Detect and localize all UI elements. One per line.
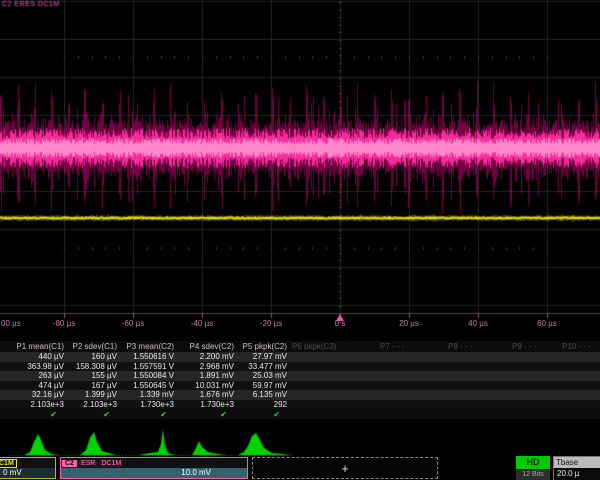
axis-tick-label: 00 µs	[1, 319, 21, 328]
measure-cell: 292	[237, 400, 290, 409]
measure-cell: 474 µV	[10, 381, 67, 390]
hd-mode-badge[interactable]: HD	[516, 456, 550, 469]
c1-coupling-badge: C1M	[0, 459, 17, 468]
channel-c1-descriptor[interactable]: C1M 0 mV	[0, 457, 56, 479]
status-check-icon: ✔	[237, 410, 290, 419]
time-axis: 00 µs -80 µs -60 µs -40 µs -20 µs 0 s 20 µs 40 …	[0, 318, 600, 332]
param-header[interactable]: P3 mean(C2)	[120, 342, 177, 351]
measure-cell: 10.031 mV	[177, 381, 237, 390]
timebase-title: Tbase	[554, 457, 600, 468]
measure-cell: 363.98 µV	[10, 362, 67, 371]
measurement-table: P1 mean(C1)P2 sdev(C1)P3 mean(C2)P4 sdev…	[0, 341, 600, 419]
channel-c2-descriptor[interactable]: C2 ESR DC1M 10.0 mV	[60, 457, 248, 479]
trace-annotation-label: C2 ERES DC1M	[2, 1, 60, 8]
measure-cell: 1.730e+3	[120, 400, 177, 409]
status-check-icon: ✔	[67, 410, 120, 419]
c1-vertical-scale: 0 mV	[0, 468, 55, 478]
timebase-descriptor[interactable]: Tbase 20.0 µ	[553, 456, 600, 480]
param-header[interactable]: P4 sdev(C2)	[177, 342, 237, 351]
c2-badge: C2	[62, 460, 77, 467]
param-header-unused[interactable]: P8 - - -	[448, 342, 472, 351]
measure-cell: 1.730e+3	[177, 400, 237, 409]
measure-cell: 1.891 mV	[177, 371, 237, 380]
timebase-value: 20.0 µ	[554, 468, 600, 479]
c2-coupling-tag: DC1M	[99, 460, 123, 467]
axis-tick-label: 0 s	[335, 319, 346, 328]
measure-cell: 1.550084 V	[120, 371, 177, 380]
axis-tick-label: 40 µs	[468, 319, 488, 328]
measure-cell: 32.16 µV	[10, 390, 67, 399]
axis-tick-label: -20 µs	[260, 319, 282, 328]
status-check-icon: ✔	[10, 410, 67, 419]
measure-cell: 263 µV	[10, 371, 67, 380]
measure-cell: 2.200 mV	[177, 352, 237, 361]
measure-cell: 158.308 µV	[67, 362, 120, 371]
c2-vertical-scale: 10.0 mV	[61, 468, 211, 478]
measure-cell: 167 µV	[67, 381, 120, 390]
measure-cell: 2.968 mV	[177, 362, 237, 371]
measure-cell: 2.103e+3	[10, 400, 67, 409]
descriptor-row: C1M 0 mV C2 ESR DC1M 10.0 mV + HD 12 Bit…	[0, 457, 600, 480]
param-header[interactable]: P1 mean(C1)	[10, 342, 67, 351]
measure-cell: 1.550616 V	[120, 352, 177, 361]
measure-cell: 1.557591 V	[120, 362, 177, 371]
axis-tick-label: -60 µs	[122, 319, 144, 328]
measure-cell: 6.135 mV	[237, 390, 290, 399]
param-header-unused[interactable]: P9 - - -	[512, 342, 536, 351]
param-header[interactable]: P2 sdev(C1)	[67, 342, 120, 351]
measure-cell: 440 µV	[10, 352, 67, 361]
measure-cell: 2.103e+3	[67, 400, 120, 409]
c2-eres-tag: ESR	[79, 460, 97, 467]
add-trace-button[interactable]: +	[252, 457, 438, 479]
status-check-icon: ✔	[120, 410, 177, 419]
param-header-unused[interactable]: P6 pkpk(C3)	[292, 342, 336, 351]
measure-cell: 59.97 mV	[237, 381, 290, 390]
axis-tick-label: 60 µs	[537, 319, 557, 328]
measure-cell: 1.550645 V	[120, 381, 177, 390]
measure-cell: 1.676 mV	[177, 390, 237, 399]
measure-cell: 27.97 mV	[237, 352, 290, 361]
oscilloscope-screen: C2 ERES DC1M 00 µs -80 µs -60 µs -40 µs -20 …	[0, 0, 600, 480]
status-check-icon: ✔	[177, 410, 237, 419]
param-header[interactable]: P5 pkpk(C2)	[237, 342, 290, 351]
param-header-unused[interactable]: P10 - - -	[562, 342, 591, 351]
measure-cell: 1.339 mV	[120, 390, 177, 399]
param-header-unused[interactable]: P7 - - -	[380, 342, 404, 351]
axis-tick-label: -80 µs	[53, 319, 75, 328]
measure-cell: 1.399 µV	[67, 390, 120, 399]
measure-cell: 160 µV	[67, 352, 120, 361]
measure-cell: 155 µV	[67, 371, 120, 380]
plus-icon: +	[341, 461, 349, 476]
histicon-strip[interactable]	[0, 424, 600, 458]
axis-tick-label: -40 µs	[191, 319, 213, 328]
waveform-grid[interactable]	[0, 0, 600, 336]
measure-cell: 33.477 mV	[237, 362, 290, 371]
hd-bits-label: 12 Bits	[516, 470, 550, 480]
axis-tick-label: 20 µs	[399, 319, 419, 328]
measure-cell: 25.03 mV	[237, 371, 290, 380]
